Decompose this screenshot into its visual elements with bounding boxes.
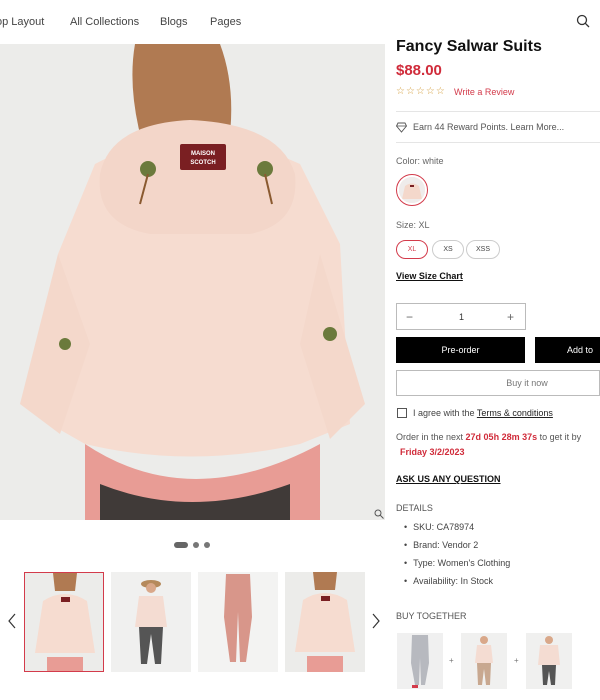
buy-together-heading: BUY TOGETHER <box>396 611 467 621</box>
carousel-dot[interactable] <box>204 542 210 548</box>
detail-type: Type: Women's Clothing <box>404 558 510 568</box>
product-photo: MAISON SCOTCH <box>0 44 385 520</box>
detail-availability: Availability: In Stock <box>404 576 493 586</box>
carousel-dot[interactable] <box>174 542 188 548</box>
buy-together-item-1[interactable] <box>397 633 443 689</box>
color-swatch-white[interactable] <box>396 174 428 206</box>
chevron-left-icon[interactable] <box>6 612 18 630</box>
main-product-image[interactable]: MAISON SCOTCH <box>0 44 385 520</box>
thumbnail-jacket-back <box>25 573 103 671</box>
buy-together-item-2[interactable] <box>461 633 507 689</box>
size-option-xss[interactable]: XSS <box>466 240 500 259</box>
terms-prefix: I agree with the <box>413 408 477 418</box>
terms-checkbox[interactable] <box>397 408 407 418</box>
order-countdown: 27d 05h 28m 37s <box>465 432 538 442</box>
write-review-link[interactable]: Write a Review <box>454 87 514 97</box>
nav-item-shop-layout[interactable]: op Layout <box>0 16 44 28</box>
details-heading: DETAILS <box>396 503 433 513</box>
quantity-stepper: − 1 + <box>396 303 526 330</box>
delivery-estimate: Order in the next 27d 05h 28m 37s to get… <box>396 432 581 442</box>
color-swatch-image <box>399 177 425 203</box>
view-size-chart-link[interactable]: View Size Chart <box>396 271 463 281</box>
diamond-icon <box>396 122 407 133</box>
zoom-icon[interactable] <box>374 509 384 519</box>
buy-together-item-3[interactable] <box>526 633 572 689</box>
size-label: Size: XL <box>396 220 430 230</box>
quantity-decrease-button[interactable]: − <box>406 310 413 324</box>
bundle-model-outfit <box>461 633 507 689</box>
delivery-date: Friday 3/2/2023 <box>400 447 465 457</box>
thumbnail-pants <box>198 572 278 672</box>
thumbnail-model-front <box>111 572 191 672</box>
size-option-xs[interactable]: XS <box>432 240 464 259</box>
thumbnail-1[interactable] <box>24 572 104 672</box>
plus-icon: + <box>514 656 519 665</box>
quantity-increase-button[interactable]: + <box>507 310 514 324</box>
reward-points-text: Earn 44 Reward Points. Learn More... <box>413 122 565 132</box>
add-to-cart-button[interactable]: Add to <box>535 337 600 363</box>
color-swatch-jacket <box>399 177 425 203</box>
color-label: Color: white <box>396 156 444 166</box>
nav-item-all-collections[interactable]: All Collections <box>70 16 139 28</box>
divider <box>396 142 600 143</box>
detail-brand: Brand: Vendor 2 <box>404 540 478 550</box>
divider <box>396 111 600 112</box>
svg-text:MAISON: MAISON <box>191 151 215 157</box>
terms-link[interactable]: Terms & conditions <box>477 408 553 418</box>
plus-icon: + <box>449 656 454 665</box>
thumbnail-3[interactable] <box>198 572 278 672</box>
svg-text:SCOTCH: SCOTCH <box>190 160 215 166</box>
pre-order-button[interactable]: Pre-order <box>396 337 525 363</box>
terms-agreement: I agree with the Terms & conditions <box>413 408 553 418</box>
search-icon[interactable] <box>576 14 590 28</box>
thumbnail-2[interactable] <box>111 572 191 672</box>
nav-item-blogs[interactable]: Blogs <box>160 16 188 28</box>
order-suffix: to get it by <box>537 432 582 442</box>
rating-stars-icon: ☆☆☆☆☆ <box>396 86 446 97</box>
product-title: Fancy Salwar Suits <box>396 38 542 55</box>
product-price: $88.00 <box>396 62 442 79</box>
carousel-dot[interactable] <box>193 542 199 548</box>
size-option-xl[interactable]: XL <box>396 240 428 259</box>
bundle-model-jacket <box>526 633 572 689</box>
carousel-dots <box>174 542 210 548</box>
bundle-pants-grey <box>397 633 443 689</box>
ask-question-link[interactable]: ASK US ANY QUESTION <box>396 474 501 484</box>
thumbnail-4[interactable] <box>285 572 365 672</box>
order-prefix: Order in the next <box>396 432 466 442</box>
chevron-right-icon[interactable] <box>370 612 382 630</box>
thumbnail-jacket-back-alt <box>285 572 365 672</box>
detail-sku: SKU: CA78974 <box>404 522 474 532</box>
quantity-input[interactable]: 1 <box>459 312 464 322</box>
buy-it-now-button[interactable]: Buy it now <box>396 370 600 396</box>
nav-item-pages[interactable]: Pages <box>210 16 241 28</box>
